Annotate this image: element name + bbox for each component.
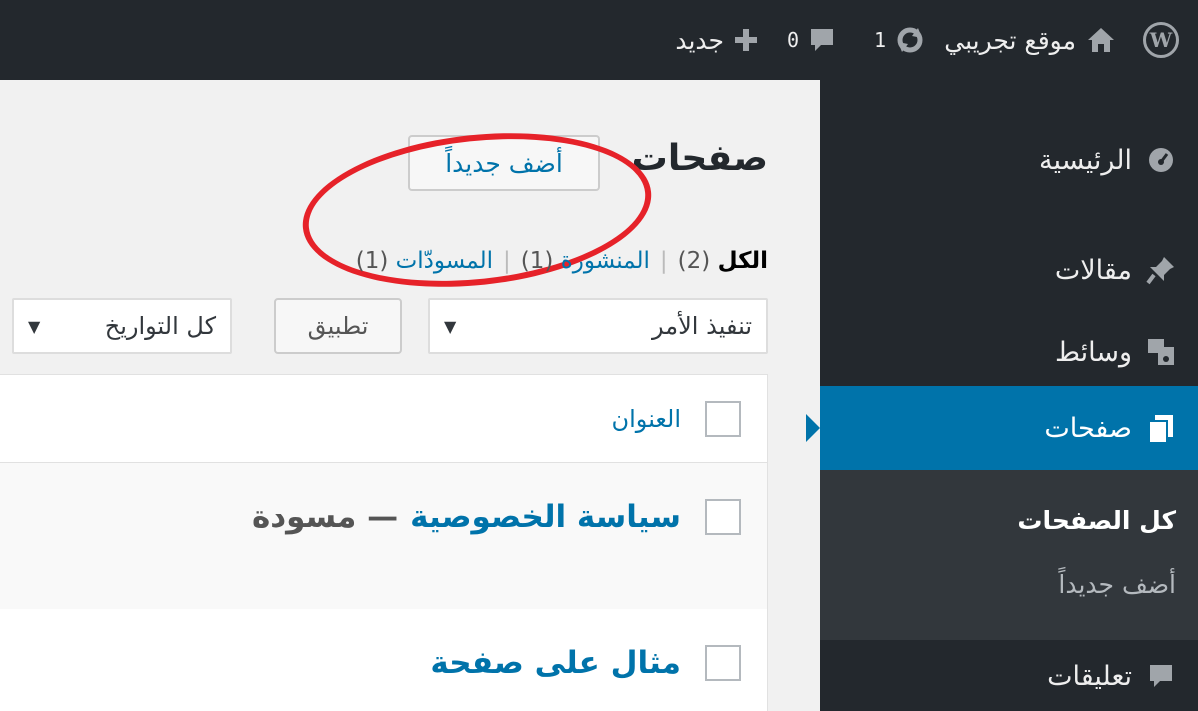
menu-dashboard[interactable]: الرئيسية: [820, 124, 1198, 196]
site-name-link[interactable]: موقع تجريبي: [944, 0, 1116, 80]
dropdown-arrow-icon: ▼: [28, 316, 41, 336]
add-new-page-button[interactable]: أضف جديداً: [408, 135, 600, 191]
filter-separator: |: [503, 248, 511, 274]
pages-submenu: كل الصفحات أضف جديداً: [820, 470, 1198, 640]
page-title-link[interactable]: مثال على صفحة: [430, 645, 681, 681]
table-row: مثال على صفحة: [0, 609, 767, 711]
submenu-all-pages[interactable]: كل الصفحات: [1017, 506, 1176, 535]
updates-icon: [896, 26, 924, 54]
submenu-add-new[interactable]: أضف جديداً: [1058, 570, 1176, 599]
status-filter-links: الكل (2) | المنشورة (1) | المسودّات (1): [356, 248, 768, 274]
pages-icon: [1146, 413, 1176, 443]
dropdown-arrow-icon: ▼: [444, 316, 457, 336]
media-icon: [1146, 337, 1176, 367]
filter-all[interactable]: الكل (2): [678, 248, 768, 274]
page-title-link[interactable]: سياسة الخصوصية: [410, 499, 681, 535]
updates-count: 1: [873, 28, 886, 52]
row-checkbox[interactable]: [705, 499, 741, 535]
new-content-label: جديد: [675, 25, 724, 55]
filter-published[interactable]: المنشورة (1): [521, 248, 650, 274]
menu-pages[interactable]: صفحات: [806, 386, 1198, 470]
wordpress-logo-menu[interactable]: W: [1140, 0, 1182, 80]
apply-button[interactable]: تطبيق: [274, 298, 402, 354]
page-title: صفحات: [631, 138, 768, 179]
site-name-label: موقع تجريبي: [944, 25, 1076, 55]
pin-icon: [1146, 255, 1176, 285]
wordpress-logo-icon: W: [1143, 22, 1179, 58]
new-content-link[interactable]: جديد: [675, 0, 758, 80]
dashboard-icon: [1146, 145, 1176, 175]
comment-icon: [809, 27, 835, 53]
select-all-checkbox[interactable]: [705, 400, 741, 437]
menu-posts[interactable]: مقالات: [820, 234, 1198, 306]
filter-drafts[interactable]: المسودّات (1): [356, 248, 493, 274]
page-state: — مسودة: [251, 499, 399, 535]
comments-count: 0: [786, 28, 799, 52]
comments-link[interactable]: 0: [787, 0, 835, 80]
menu-comments-label: تعليقات: [1047, 660, 1132, 692]
bulk-action-value: تنفيذ الأمر: [652, 312, 752, 340]
main-content: صفحات أضف جديداً الكل (2) | المنشورة (1)…: [0, 80, 820, 711]
dates-filter-select[interactable]: كل التواريخ ▼: [12, 298, 232, 354]
column-title-header[interactable]: العنوان: [612, 405, 682, 433]
dates-filter-value: كل التواريخ: [104, 312, 216, 340]
row-checkbox[interactable]: [705, 645, 741, 681]
filter-separator: |: [659, 248, 668, 274]
admin-bar: W موقع تجريبي 1 0 جديد: [0, 0, 1198, 80]
updates-link[interactable]: 1: [874, 0, 924, 80]
table-header-row: العنوان: [0, 375, 767, 463]
menu-pages-label: صفحات: [1044, 412, 1132, 444]
home-icon: [1086, 26, 1116, 54]
comment-icon: [1146, 661, 1176, 691]
menu-comments[interactable]: تعليقات: [820, 640, 1198, 711]
bulk-action-select[interactable]: تنفيذ الأمر ▼: [428, 298, 768, 354]
menu-media[interactable]: وسائط: [820, 316, 1198, 388]
menu-dashboard-label: الرئيسية: [1039, 144, 1132, 176]
table-row: سياسة الخصوصية — مسودة: [0, 463, 767, 609]
menu-media-label: وسائط: [1054, 336, 1132, 368]
plus-icon: [734, 28, 758, 52]
admin-sidebar: الرئيسية مقالات وسائط صفحات كل الصفحات أ…: [806, 80, 1198, 711]
pages-table: العنوان سياسة الخصوصية — مسودة مثال على …: [0, 374, 768, 711]
menu-posts-label: مقالات: [1054, 254, 1132, 286]
